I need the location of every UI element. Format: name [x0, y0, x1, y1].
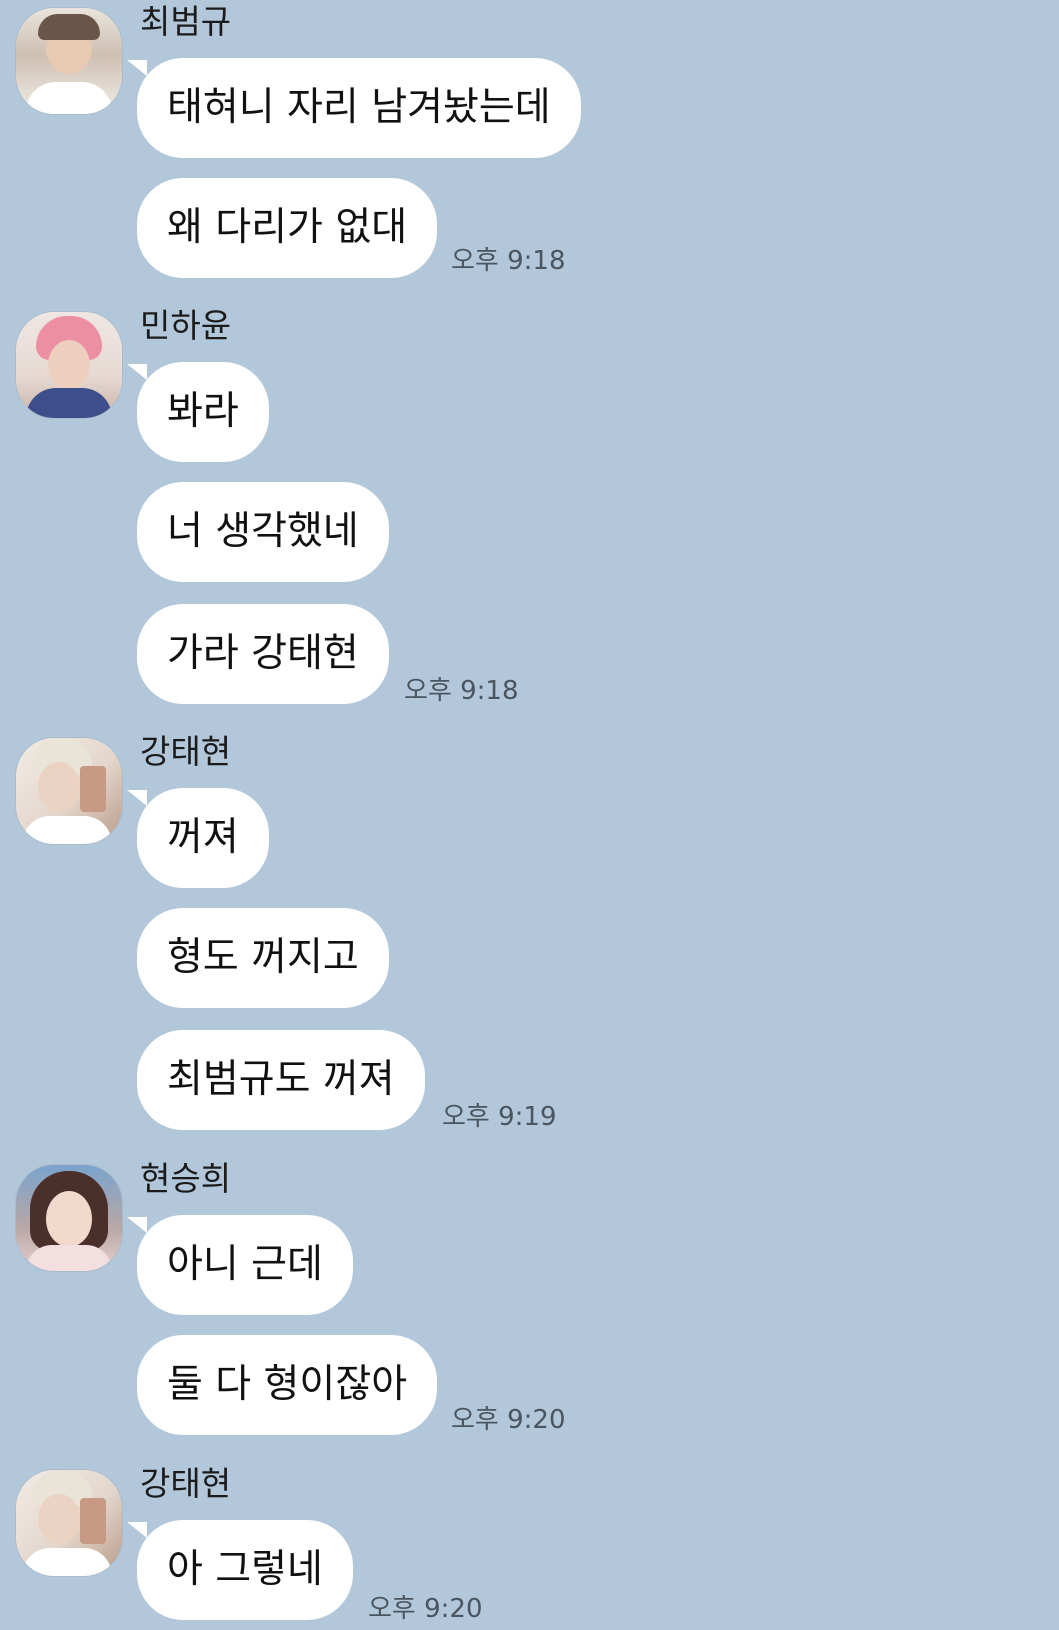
sender-name: 강태현 — [140, 1464, 232, 1503]
avatar-shirt — [26, 82, 112, 114]
avatar-icon[interactable] — [16, 1165, 122, 1271]
avatar-icon[interactable] — [16, 1470, 122, 1576]
message-bubble[interactable]: 태혀니 자리 남겨놨는데 — [127, 58, 581, 158]
avatar-face — [46, 1191, 92, 1247]
avatar-icon[interactable] — [16, 738, 122, 844]
avatar-icon[interactable] — [16, 312, 122, 418]
message-bubble[interactable]: 봐라 — [127, 362, 269, 462]
message-timestamp: 오후 9:19 — [442, 1102, 557, 1132]
avatar-face — [38, 762, 80, 812]
message-bubble[interactable]: 아니 근데 — [127, 1215, 353, 1315]
sender-name: 강태현 — [140, 732, 232, 771]
message-timestamp: 오후 9:20 — [368, 1594, 483, 1624]
avatar-phone — [80, 766, 106, 812]
sender-name: 최범규 — [140, 2, 232, 41]
message-bubble[interactable]: 둘 다 형이잖아 — [137, 1335, 438, 1435]
message-bubble[interactable]: 왜 다리가 없대 — [137, 178, 438, 278]
avatar-shirt — [22, 1548, 112, 1576]
avatar-icon[interactable] — [16, 8, 122, 114]
message-timestamp: 오후 9:18 — [404, 676, 519, 706]
avatar-shirt — [22, 816, 112, 844]
avatar-shirt — [26, 1245, 112, 1271]
message-bubble[interactable]: 꺼져 — [127, 788, 269, 888]
message-bubble[interactable]: 가라 강태현 — [137, 604, 389, 704]
message-timestamp: 오후 9:18 — [451, 246, 566, 276]
sender-name: 민하윤 — [140, 306, 232, 345]
message-bubble[interactable]: 최범규도 꺼져 — [137, 1030, 425, 1130]
message-bubble[interactable]: 형도 꺼지고 — [137, 908, 389, 1008]
sender-name: 현승희 — [140, 1159, 232, 1198]
message-bubble[interactable]: 아 그렇네 — [127, 1520, 353, 1620]
message-timestamp: 오후 9:20 — [451, 1405, 566, 1435]
avatar-face — [48, 340, 90, 390]
avatar-phone — [80, 1498, 106, 1544]
message-bubble[interactable]: 너 생각했네 — [137, 482, 389, 582]
avatar-face — [38, 1494, 80, 1544]
avatar-shirt — [26, 388, 112, 418]
avatar-hair — [38, 14, 100, 40]
